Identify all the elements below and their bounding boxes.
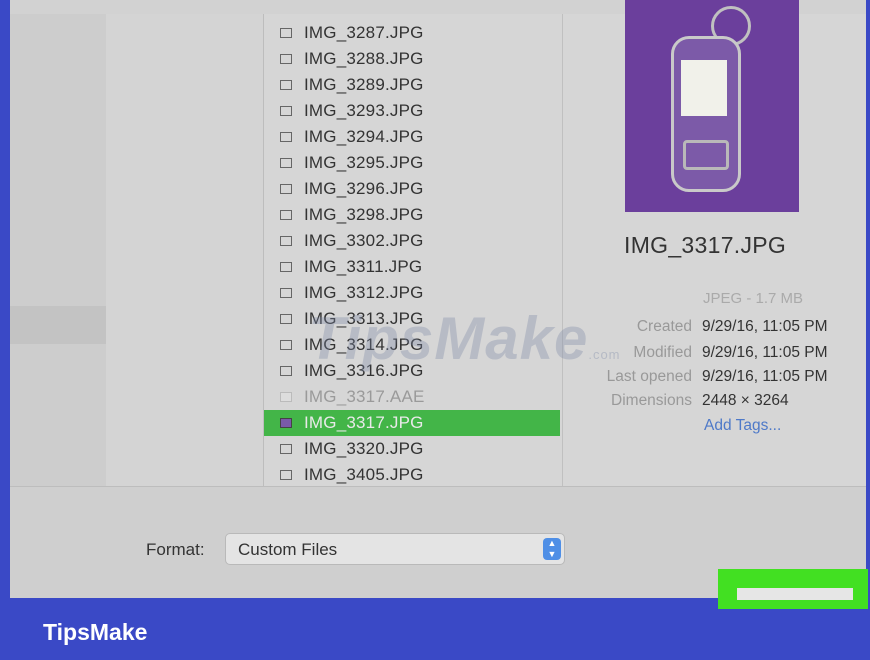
format-label: Format: <box>146 540 205 559</box>
file-row[interactable]: IMG_3287.JPG <box>264 20 560 46</box>
dimensions-label: Dimensions <box>611 392 692 409</box>
preview-thumbnail <box>625 0 799 212</box>
file-row[interactable]: IMG_3295.JPG <box>264 150 560 176</box>
watermark: TipsMake.com <box>308 304 621 373</box>
file-name: IMG_3320.JPG <box>304 439 424 458</box>
file-name: IMG_3298.JPG <box>304 205 424 224</box>
image-file-icon <box>280 184 292 194</box>
dimensions-value: 2448 × 3264 <box>702 392 789 409</box>
image-file-icon <box>280 470 292 480</box>
image-file-icon <box>280 366 292 376</box>
image-file-icon <box>280 444 292 454</box>
image-file-icon <box>280 314 292 324</box>
file-row[interactable]: IMG_3298.JPG <box>264 202 560 228</box>
file-name: IMG_3294.JPG <box>304 127 424 146</box>
file-name: IMG_3302.JPG <box>304 231 424 250</box>
image-file-icon <box>280 262 292 272</box>
image-file-icon <box>280 392 292 402</box>
file-row[interactable]: IMG_3405.JPG <box>264 462 560 486</box>
file-row[interactable]: IMG_3317.JPG <box>264 410 560 436</box>
watermark-text: TipsMake <box>308 305 589 372</box>
image-file-icon <box>280 132 292 142</box>
file-name: IMG_3317.JPG <box>304 413 424 432</box>
file-name: IMG_3312.JPG <box>304 283 424 302</box>
preview-file-name: IMG_3317.JPG <box>624 232 787 258</box>
watermark-suffix: .com <box>588 347 621 362</box>
file-row[interactable]: IMG_3288.JPG <box>264 46 560 72</box>
file-name: IMG_3405.JPG <box>304 465 424 484</box>
image-file-icon <box>280 340 292 350</box>
keychain-label <box>681 60 727 116</box>
image-file-icon <box>280 210 292 220</box>
dialog-action-button[interactable] <box>737 588 853 600</box>
file-row[interactable]: IMG_3312.JPG <box>264 280 560 306</box>
file-name: IMG_3288.JPG <box>304 49 424 68</box>
file-row[interactable]: IMG_3302.JPG <box>264 228 560 254</box>
brand-logo-text: TipsMake <box>43 619 148 645</box>
image-file-icon <box>280 158 292 168</box>
file-row[interactable]: IMG_3294.JPG <box>264 124 560 150</box>
image-file-icon <box>280 288 292 298</box>
file-name: IMG_3287.JPG <box>304 23 424 42</box>
file-row[interactable]: IMG_3296.JPG <box>264 176 560 202</box>
browser-column-parent[interactable] <box>106 14 264 486</box>
file-name: IMG_3295.JPG <box>304 153 424 172</box>
file-name: IMG_3317.AAE <box>304 387 425 406</box>
created-value: 9/29/16, 11:05 PM <box>702 318 828 335</box>
file-row[interactable]: IMG_3289.JPG <box>264 72 560 98</box>
format-select[interactable]: Custom Files ▲ ▼ <box>225 533 565 565</box>
image-file-icon <box>280 236 292 246</box>
image-file-icon <box>280 106 292 116</box>
sidebar-selected-item[interactable] <box>10 306 106 344</box>
file-row[interactable]: IMG_3311.JPG <box>264 254 560 280</box>
file-row[interactable]: IMG_3320.JPG <box>264 436 560 462</box>
preview-type-size: JPEG - 1.7 MB <box>703 290 804 307</box>
file-name: IMG_3296.JPG <box>304 179 424 198</box>
file-name: IMG_3293.JPG <box>304 101 424 120</box>
file-dialog: IMG_3287.JPG IMG_3288.JPG IMG_3289.JPG IMG_… <box>10 0 866 598</box>
file-list[interactable]: IMG_3287.JPG IMG_3288.JPG IMG_3289.JPG IMG_… <box>264 14 563 486</box>
format-select-value: Custom Files <box>238 540 338 559</box>
file-name: IMG_3311.JPG <box>304 257 423 276</box>
file-row[interactable]: IMG_3317.AAE <box>264 384 560 410</box>
modified-value: 9/29/16, 11:05 PM <box>702 344 828 361</box>
image-file-icon <box>280 418 292 428</box>
up-down-chevron-icon: ▲ ▼ <box>543 538 561 560</box>
file-name: IMG_3289.JPG <box>304 75 424 94</box>
last-opened-value: 9/29/16, 11:05 PM <box>702 368 828 385</box>
add-tags-link[interactable]: Add Tags... <box>704 417 781 435</box>
image-file-icon <box>280 28 292 38</box>
file-row[interactable]: IMG_3293.JPG <box>264 98 560 124</box>
image-file-icon <box>280 54 292 64</box>
bottle-opener-shape <box>683 140 729 170</box>
image-file-icon <box>280 80 292 90</box>
sidebar <box>10 14 106 486</box>
